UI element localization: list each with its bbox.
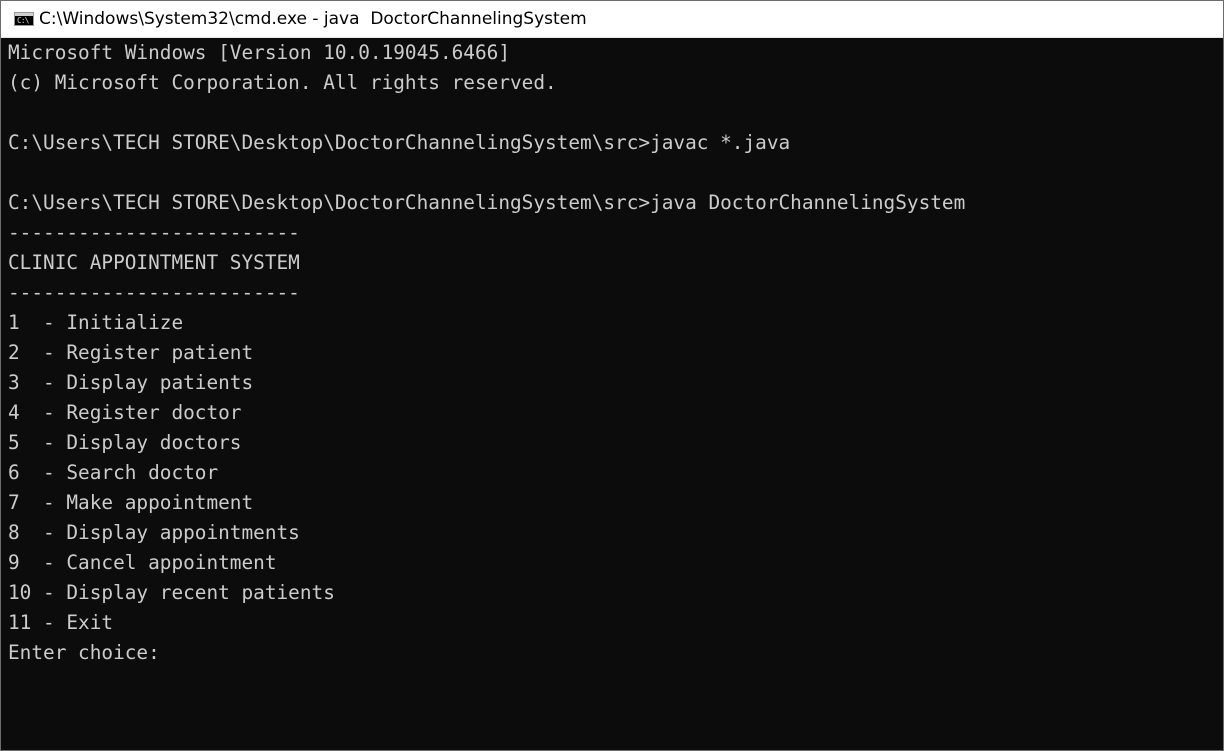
- console-line: 8 - Display appointments: [8, 521, 300, 544]
- console-line: 10 - Display recent patients: [8, 581, 335, 604]
- console-line: C:\Users\TECH STORE\Desktop\DoctorChanne…: [8, 131, 791, 154]
- cmd-window: C:\ C:\Windows\System32\cmd.exe - java D…: [0, 0, 1224, 751]
- cmd-icon[interactable]: C:\: [14, 12, 34, 26]
- console-line: 6 - Search doctor: [8, 461, 219, 484]
- console-line: 5 - Display doctors: [8, 431, 242, 454]
- console-line: 9 - Cancel appointment: [8, 551, 277, 574]
- console-line: 2 - Register patient: [8, 341, 254, 364]
- console-line: 4 - Register doctor: [8, 401, 242, 424]
- console-line: 1 - Initialize: [8, 311, 184, 334]
- console-line: 7 - Make appointment: [8, 491, 254, 514]
- window-title: C:\Windows\System32\cmd.exe - java Docto…: [39, 9, 587, 29]
- console-line: -------------------------: [8, 281, 300, 304]
- console-line: CLINIC APPOINTMENT SYSTEM: [8, 251, 300, 274]
- console-line: Microsoft Windows [Version 10.0.19045.64…: [8, 41, 510, 64]
- console-line: -------------------------: [8, 221, 300, 244]
- title-bar[interactable]: C:\ C:\Windows\System32\cmd.exe - java D…: [1, 1, 1223, 38]
- cmd-icon-glyph: C:\: [17, 16, 29, 25]
- console-prompt[interactable]: Enter choice:: [8, 638, 160, 668]
- console-output[interactable]: Microsoft Windows [Version 10.0.19045.64…: [1, 38, 1223, 750]
- console-line: (c) Microsoft Corporation. All rights re…: [8, 71, 557, 94]
- console-line: 3 - Display patients: [8, 371, 254, 394]
- console-line: 11 - Exit: [8, 611, 114, 634]
- console-line: C:\Users\TECH STORE\Desktop\DoctorChanne…: [8, 191, 966, 214]
